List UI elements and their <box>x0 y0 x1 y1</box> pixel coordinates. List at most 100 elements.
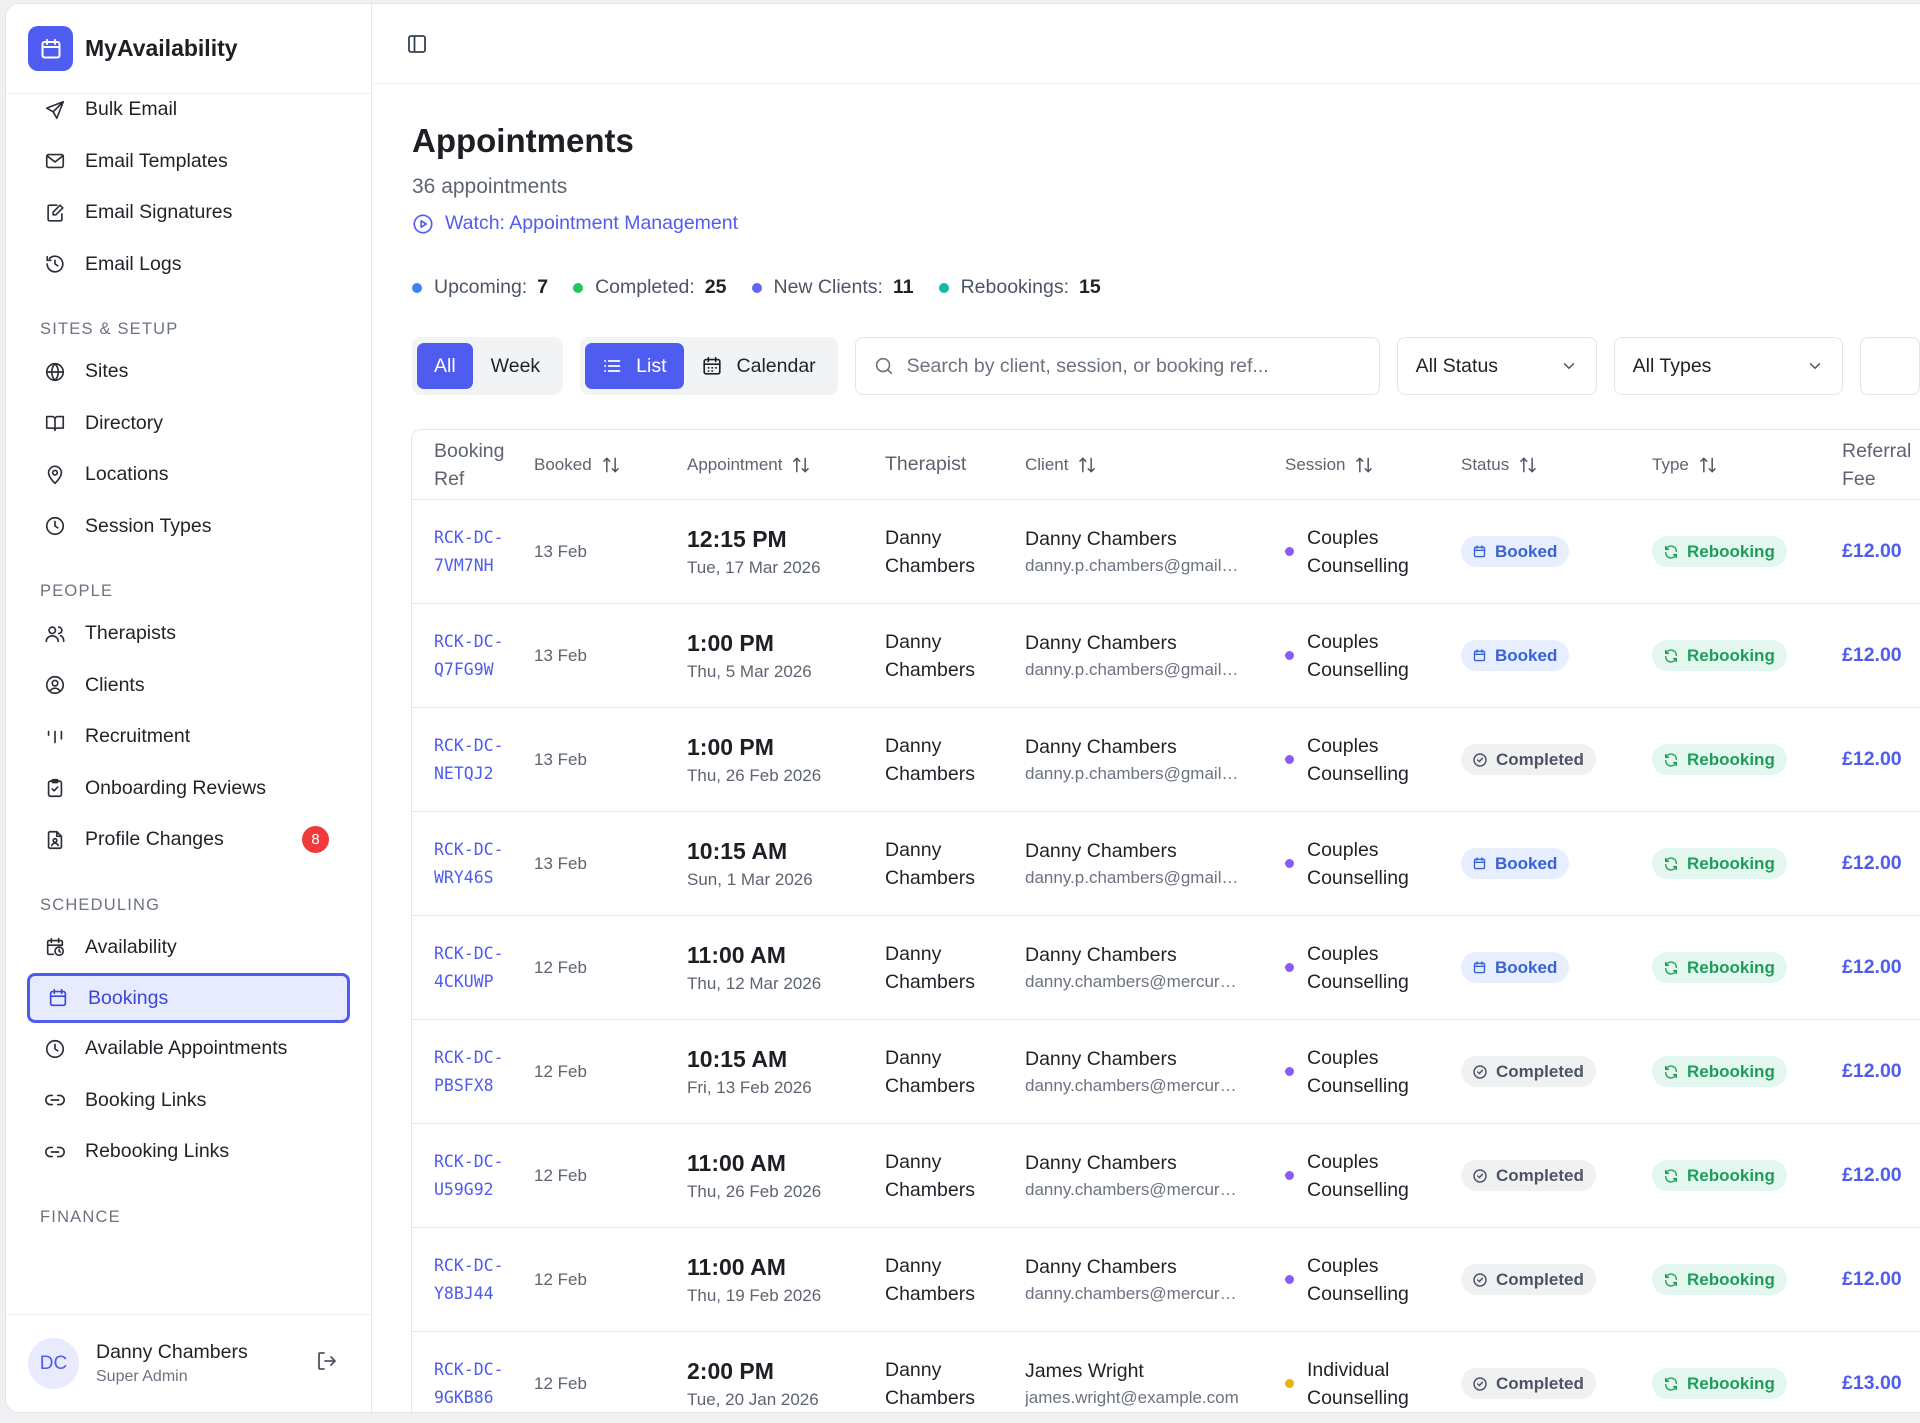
therapist-first-name: Danny <box>885 1254 942 1277</box>
session-dot-icon <box>1285 651 1294 660</box>
type-badge: Rebooking <box>1652 640 1787 671</box>
sidebar-item-profile-changes[interactable]: Profile Changes 8 <box>6 814 351 866</box>
booking-ref-link[interactable]: RCK-DC- 4CKUWP <box>412 940 534 996</box>
sidebar-item-label: Rebooking Links <box>85 1140 230 1163</box>
sidebar-item-rebooking-links[interactable]: Rebooking Links <box>6 1126 351 1178</box>
search-input[interactable]: Search by client, session, or booking re… <box>854 337 1380 395</box>
type-label: Rebooking <box>1687 853 1775 873</box>
session-dot-icon <box>1285 1171 1294 1180</box>
col-appointment[interactable]: Appointment <box>687 455 885 475</box>
sidebar-toggle-icon[interactable] <box>405 32 429 56</box>
table-row[interactable]: RCK-DC- PBSFX8 12 Feb 10:15 AM Fri, 13 Feb 2… <box>412 1020 1920 1124</box>
stat-label: New Clients: <box>773 276 883 298</box>
appointment-date: Sun, 1 Mar 2026 <box>687 869 813 889</box>
sidebar-item-availability[interactable]: Availability <box>6 922 351 974</box>
calendar-icon <box>701 355 723 377</box>
booking-ref-link[interactable]: RCK-DC- Y8BJ44 <box>412 1252 534 1308</box>
list-view-button[interactable]: List <box>585 343 684 389</box>
app-name: MyAvailability <box>85 35 238 61</box>
type-filter-select[interactable]: All Types <box>1613 337 1843 395</box>
booking-ref-link[interactable]: RCK-DC- NETQJ2 <box>412 732 534 788</box>
sidebar-item-bookings[interactable]: Bookings <box>27 973 350 1023</box>
table-row[interactable]: RCK-DC- NETQJ2 13 Feb 1:00 PM Thu, 26 Feb 20… <box>412 708 1920 812</box>
type-label: Rebooking <box>1687 1165 1775 1185</box>
sidebar-item-therapists[interactable]: Therapists <box>6 608 351 660</box>
col-client[interactable]: Client <box>1025 455 1285 475</box>
sidebar-item-label: Locations <box>85 463 169 486</box>
table-row[interactable]: RCK-DC- Q7FG9W 13 Feb 1:00 PM Thu, 5 Mar 202… <box>412 604 1920 708</box>
appointment-cell: 10:15 AM Fri, 13 Feb 2026 <box>687 1046 885 1098</box>
sidebar-item-directory[interactable]: Directory <box>6 398 351 450</box>
booking-ref-code: PBSFX8 <box>434 1075 494 1095</box>
col-status[interactable]: Status <box>1461 455 1652 475</box>
sidebar-item-recruitment[interactable]: Recruitment <box>6 711 351 763</box>
table-body: RCK-DC- 7VM7NH 13 Feb 12:15 PM Tue, 17 Mar 2… <box>412 500 1920 1412</box>
check-circle-icon <box>1472 1376 1488 1392</box>
sidebar-item-email-signatures[interactable]: Email Signatures <box>6 187 351 239</box>
sidebar-item-sites[interactable]: Sites <box>6 346 351 398</box>
sidebar-item-booking-links[interactable]: Booking Links <box>6 1075 351 1127</box>
logout-icon[interactable] <box>315 1349 339 1378</box>
watch-video-link[interactable]: Watch: Appointment Management <box>412 212 738 235</box>
user-name: Danny Chambers <box>96 1341 248 1363</box>
col-booked[interactable]: Booked <box>534 455 687 475</box>
table-row[interactable]: RCK-DC- WRY46S 13 Feb 10:15 AM Sun, 1 Mar 20… <box>412 812 1920 916</box>
booking-ref-prefix: RCK-DC- <box>434 527 504 547</box>
booking-ref-link[interactable]: RCK-DC- Q7FG9W <box>412 628 534 684</box>
sidebar-item-email-logs[interactable]: Email Logs <box>6 239 351 291</box>
session-dot-icon <box>1285 1067 1294 1076</box>
session-name-line1: Couples <box>1307 942 1379 965</box>
col-booked-label: Booked <box>534 454 592 474</box>
status-filter-select[interactable]: All Status <box>1396 337 1597 395</box>
booking-ref-link[interactable]: RCK-DC- WRY46S <box>412 836 534 892</box>
sidebar-item-available-appointments[interactable]: Available Appointments <box>6 1023 351 1075</box>
status-label: Completed <box>1496 1165 1584 1185</box>
col-type[interactable]: Type <box>1652 455 1842 475</box>
check-circle-icon <box>1472 1272 1488 1288</box>
booking-ref-link[interactable]: RCK-DC- 7VM7NH <box>412 524 534 580</box>
range-all-button[interactable]: All <box>417 343 473 389</box>
table-row[interactable]: RCK-DC- U59G92 12 Feb 11:00 AM Thu, 26 Feb 2… <box>412 1124 1920 1228</box>
view-toggle: List Calendar <box>580 337 838 395</box>
status-label: Booked <box>1495 957 1558 977</box>
booked-date: 12 Feb <box>534 957 587 977</box>
appointment-time: 1:00 PM <box>687 629 774 656</box>
sidebar-item-locations[interactable]: Locations <box>6 449 351 501</box>
col-type-label: Type <box>1652 454 1689 474</box>
client-name: Danny Chambers <box>1025 1047 1177 1070</box>
col-session[interactable]: Session <box>1285 455 1461 475</box>
booked-date: 12 Feb <box>534 1061 587 1081</box>
booking-ref-link[interactable]: RCK-DC- 9GKB86 <box>412 1356 534 1412</box>
sidebar-item-label: Email Logs <box>85 252 182 275</box>
appointment-count: 36 appointments <box>412 175 568 198</box>
sidebar-item-label: Recruitment <box>85 725 191 748</box>
booking-ref-link[interactable]: RCK-DC- U59G92 <box>412 1148 534 1204</box>
session-dot-icon <box>1285 1379 1294 1388</box>
type-badge: Rebooking <box>1652 744 1787 775</box>
client-cell: Danny Chambers danny.p.chambers@gmail.com <box>1025 840 1285 888</box>
sidebar-item-session-types[interactable]: Session Types <box>6 501 351 553</box>
table-row[interactable]: RCK-DC- 7VM7NH 13 Feb 12:15 PM Tue, 17 Mar 2… <box>412 500 1920 604</box>
table-header: Booking Ref Booked Appointment Therapist… <box>412 430 1920 500</box>
calendar-view-button[interactable]: Calendar <box>684 343 833 389</box>
table-row[interactable]: RCK-DC- 4CKUWP 12 Feb 11:00 AM Thu, 12 Mar 2… <box>412 916 1920 1020</box>
client-name: Danny Chambers <box>1025 527 1177 550</box>
booked-date: 12 Feb <box>534 1165 587 1185</box>
session-name-line2: Counselling <box>1307 1386 1409 1409</box>
type-label: Rebooking <box>1687 749 1775 769</box>
status-cell: Booked <box>1461 952 1652 983</box>
booking-ref-code: 4CKUWP <box>434 971 494 991</box>
sidebar-item-clients[interactable]: Clients <box>6 660 351 712</box>
therapist-first-name: Danny <box>885 734 942 757</box>
globe-icon <box>43 360 67 384</box>
stat-label: Completed: <box>595 276 695 298</box>
booking-ref-link[interactable]: RCK-DC- PBSFX8 <box>412 1044 534 1100</box>
range-week-button[interactable]: Week <box>473 343 559 389</box>
more-filter-select[interactable] <box>1859 337 1920 395</box>
avatar[interactable]: DC <box>28 1338 79 1389</box>
table-row[interactable]: RCK-DC- Y8BJ44 12 Feb 11:00 AM Thu, 19 Feb 2… <box>412 1228 1920 1332</box>
table-row[interactable]: RCK-DC- 9GKB86 12 Feb 2:00 PM Tue, 20 Jan 20… <box>412 1332 1920 1412</box>
sidebar-item-onboarding-reviews[interactable]: Onboarding Reviews <box>6 763 351 815</box>
sidebar-item-email-templates[interactable]: Email Templates <box>6 136 351 188</box>
session-name-line2: Counselling <box>1307 1074 1409 1097</box>
